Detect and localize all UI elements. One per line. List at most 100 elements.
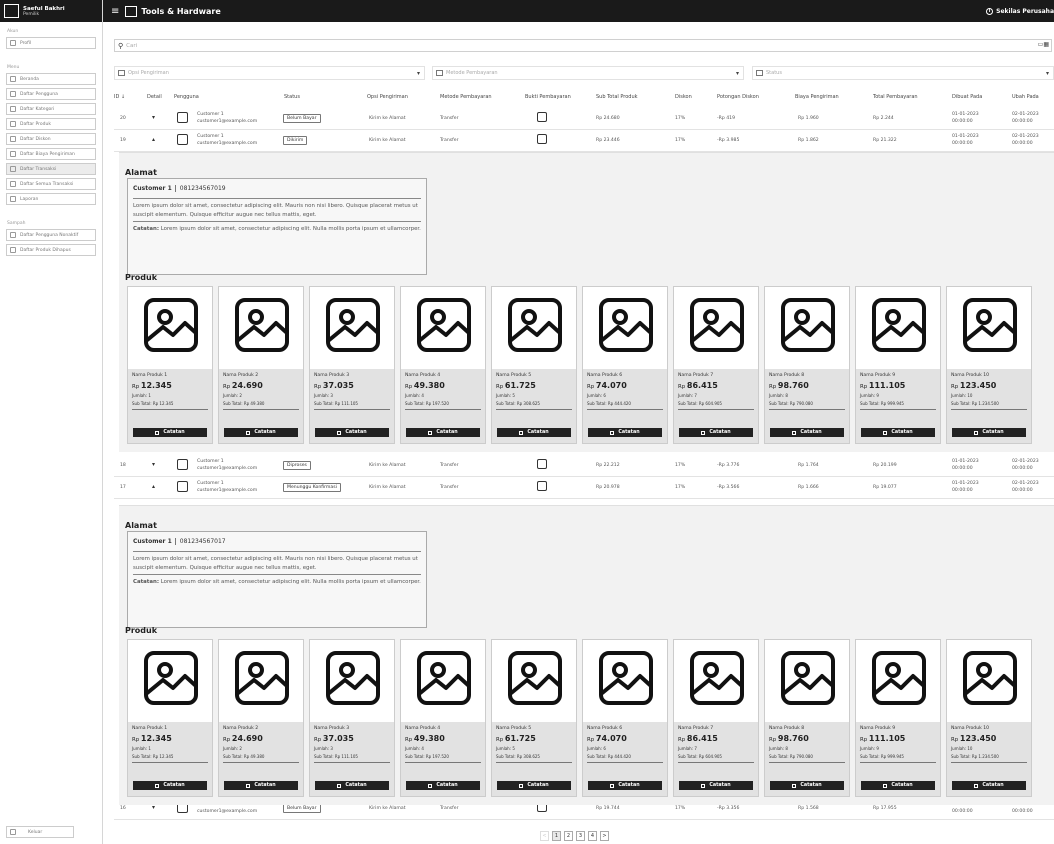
user-name: Saeful Bakhri — [23, 5, 65, 12]
menu-icon[interactable]: ≡ — [111, 6, 119, 17]
column-header[interactable]: Opsi Pengiriman — [367, 94, 408, 100]
table-row[interactable]: 20 ▾ Customer 1 customer1@example.com Belum … — [114, 108, 1054, 130]
payment-method: Transfer — [440, 485, 459, 490]
sidebar-item-daftar-transaksi[interactable]: Daftar Transaksi — [6, 163, 96, 175]
row-id: 17 — [120, 485, 126, 490]
note-button[interactable]: Catatan — [952, 428, 1026, 437]
daftar-pengguna-nonaktif-icon — [10, 232, 16, 238]
table-row[interactable]: 17 ▴ Customer 1 customer1@example.com Menung… — [114, 477, 1054, 499]
column-header[interactable]: Detail — [147, 94, 162, 100]
column-header[interactable]: ID ↓ — [114, 94, 125, 100]
column-header[interactable]: Dibuat Pada — [952, 94, 982, 100]
note-button[interactable]: Catatan — [952, 781, 1026, 790]
note-button[interactable]: Catatan — [406, 428, 480, 437]
address-text: Lorem ipsum dolor sit amet, consectetur … — [133, 203, 418, 218]
payment-proof-icon[interactable] — [537, 481, 547, 491]
column-header[interactable]: Potongan Diskon — [717, 94, 759, 100]
note-button[interactable]: Catatan — [861, 428, 935, 437]
column-header[interactable]: Pengguna — [174, 94, 199, 100]
expand-toggle-icon[interactable]: ▾ — [152, 804, 155, 811]
payment-proof-icon[interactable] — [537, 459, 547, 469]
sidebar-item-daftar-pengguna-nonaktif[interactable]: Daftar Pengguna Nonaktif — [6, 229, 96, 241]
note-button[interactable]: Catatan — [770, 428, 844, 437]
sidebar-user-header[interactable]: Saeful Bakhri Pemilik — [0, 0, 102, 22]
logout-icon — [10, 829, 16, 835]
column-header[interactable]: Status — [284, 94, 300, 100]
product-subtotal: Sub Total: Rp 12.345 — [132, 401, 208, 410]
page-button-1[interactable]: 1 — [552, 831, 561, 841]
product-card: Nama Produk 3 Rp 37.035 Jumlah: 3 Sub Total… — [309, 286, 395, 444]
page-button-3[interactable]: 3 — [576, 831, 585, 841]
prev-page-button[interactable]: < — [540, 831, 549, 841]
note-button[interactable]: Catatan — [679, 781, 753, 790]
column-header[interactable]: Diskon — [675, 94, 692, 100]
price-value: 37.035 — [322, 734, 354, 743]
created-at: 01-01-202300:00:00 — [952, 134, 979, 147]
payment-proof-icon[interactable] — [537, 112, 547, 122]
updated-date: 02-01-2023 — [1012, 112, 1039, 117]
note-button[interactable]: Catatan — [497, 428, 571, 437]
product-name: Nama Produk 3 — [314, 726, 350, 731]
sidebar-item-profil[interactable]: Profil — [6, 37, 96, 49]
note-button[interactable]: Catatan — [133, 428, 207, 437]
column-header[interactable]: Ubah Pada — [1012, 94, 1039, 100]
expand-toggle-icon[interactable]: ▾ — [152, 461, 155, 468]
payment-filter-select[interactable]: Metode Pembayaran ▾ — [432, 66, 744, 80]
column-header[interactable]: Metode Pembayaran — [440, 94, 492, 100]
note-button[interactable]: Catatan — [315, 781, 389, 790]
sidebar-item-daftar-semua-transaksi[interactable]: Daftar Semua Transaksi — [6, 178, 96, 190]
column-header[interactable]: Biaya Pengiriman — [795, 94, 839, 100]
next-page-button[interactable]: > — [600, 831, 609, 841]
column-toggle-icon[interactable]: ▭▦ — [1038, 41, 1049, 48]
page-button-4[interactable]: 4 — [588, 831, 597, 841]
sidebar-item-label: Daftar Transaksi — [20, 166, 57, 172]
about-company-link[interactable]: i Sekilas Perusaha — [986, 0, 1054, 22]
updated-at: 02-01-202300:00:00 — [1012, 481, 1039, 494]
expand-toggle-icon[interactable]: ▴ — [152, 136, 155, 143]
note-button[interactable]: Catatan — [406, 781, 480, 790]
note-button[interactable]: Catatan — [133, 781, 207, 790]
search-input[interactable]: ⚲ Cari ▭▦ — [114, 39, 1052, 52]
column-header[interactable]: Sub Total Produk — [596, 94, 638, 100]
column-header[interactable]: Bukti Pembayaran — [525, 94, 571, 100]
note-icon — [610, 783, 615, 788]
table-row[interactable]: 18 ▾ Customer 1 customer1@example.com Dipros… — [114, 455, 1054, 477]
product-image-icon — [871, 650, 927, 706]
product-card: Nama Produk 4 Rp 49.380 Jumlah: 4 Sub Total… — [400, 639, 486, 797]
note-button[interactable]: Catatan — [224, 781, 298, 790]
expand-toggle-icon[interactable]: ▴ — [152, 483, 155, 490]
logout-button[interactable]: Keluar — [6, 826, 74, 838]
sidebar-item-daftar-produk-dihapus[interactable]: Daftar Produk Dihapus — [6, 244, 96, 256]
sidebar-item-daftar-produk[interactable]: Daftar Produk — [6, 118, 96, 130]
shipping-filter-select[interactable]: Opsi Pengiriman ▾ — [114, 66, 425, 80]
sidebar-item-daftar-diskon[interactable]: Daftar Diskon — [6, 133, 96, 145]
divider — [133, 551, 421, 552]
note-button[interactable]: Catatan — [497, 781, 571, 790]
sidebar-item-daftar-pengguna[interactable]: Daftar Pengguna — [6, 88, 96, 100]
sidebar-item-beranda[interactable]: Beranda — [6, 73, 96, 85]
note-button[interactable]: Catatan — [588, 428, 662, 437]
note-button[interactable]: Catatan — [315, 428, 389, 437]
column-header[interactable]: Total Pembayaran — [873, 94, 918, 100]
currency: Rp — [132, 737, 141, 743]
payment-proof-icon[interactable] — [537, 134, 547, 144]
page-button-2[interactable]: 2 — [564, 831, 573, 841]
table-row[interactable]: 19 ▴ Customer 1 customer1@example.com Dikiri… — [114, 130, 1054, 152]
note-button[interactable]: Catatan — [224, 428, 298, 437]
product-image-icon — [416, 650, 472, 706]
section-label-sampah: Sampah — [7, 221, 26, 226]
note-button[interactable]: Catatan — [679, 428, 753, 437]
note-button[interactable]: Catatan — [588, 781, 662, 790]
note-button[interactable]: Catatan — [861, 781, 935, 790]
sidebar-item-daftar-kategori[interactable]: Daftar Kategori — [6, 103, 96, 115]
order-note: Catatan: Lorem ipsum dolor sit amet, con… — [133, 225, 421, 234]
sidebar-item-daftar-biaya-pengiriman[interactable]: Daftar Biaya Pengiriman — [6, 148, 96, 160]
product-subtotal: Sub Total: Rp 604.905 — [678, 754, 754, 763]
note-button[interactable]: Catatan — [770, 781, 844, 790]
total-payment: Rp 2.244 — [873, 116, 894, 121]
expand-toggle-icon[interactable]: ▾ — [152, 114, 155, 121]
address-heading: Alamat — [125, 168, 157, 177]
status-filter-select[interactable]: Status ▾ — [752, 66, 1054, 80]
sidebar-item-laporan[interactable]: Laporan — [6, 193, 96, 205]
chevron-down-icon: ▾ — [1045, 69, 1049, 77]
